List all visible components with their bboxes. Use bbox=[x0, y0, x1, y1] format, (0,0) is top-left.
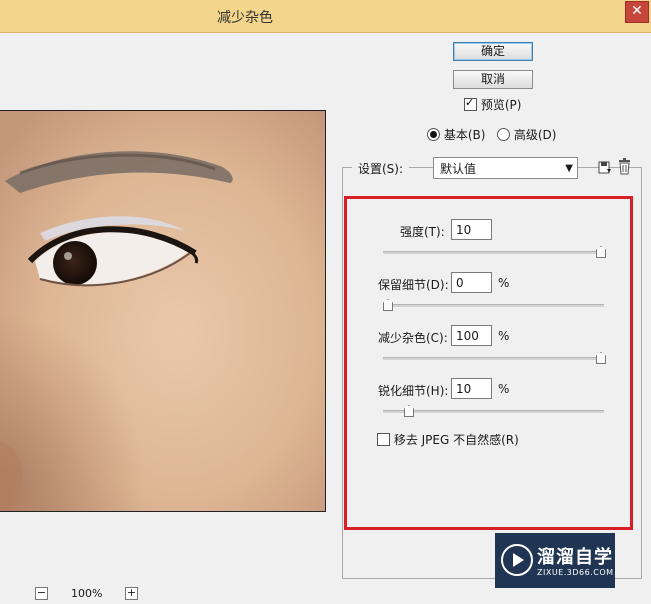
preview-label: 预览(P) bbox=[480, 98, 522, 112]
sharpen-label: 锐化细节(H): bbox=[378, 384, 449, 398]
settings-value: 默认值 bbox=[440, 162, 477, 176]
strength-input[interactable]: 10 bbox=[451, 219, 492, 240]
mode-basic[interactable]: 基本(B) bbox=[427, 126, 485, 143]
watermark-logo: 溜溜自学 ZIXUE.3D66.COM bbox=[495, 533, 615, 588]
close-button[interactable]: ✕ bbox=[625, 1, 649, 23]
sharpen-unit: % bbox=[498, 382, 510, 396]
cancel-button[interactable]: 取消 bbox=[453, 70, 533, 89]
mode-advanced[interactable]: 高级(D) bbox=[497, 126, 556, 143]
strength-label: 强度(T): bbox=[400, 225, 445, 239]
preserve-unit: % bbox=[498, 276, 510, 290]
strength-slider-track[interactable] bbox=[383, 251, 604, 254]
watermark-brand: 溜溜自学 bbox=[537, 547, 613, 568]
zoom-out-button[interactable]: − bbox=[35, 587, 48, 600]
zoom-in-button[interactable]: + bbox=[125, 587, 138, 600]
preview-toggle[interactable]: 预览(P) bbox=[464, 96, 521, 113]
window-title: 减少杂色 bbox=[217, 10, 273, 26]
preview-checkbox[interactable] bbox=[464, 96, 477, 111]
jpeg-checkbox[interactable] bbox=[377, 433, 390, 446]
preserve-input[interactable]: 0 bbox=[451, 272, 492, 293]
watermark-url: ZIXUE.3D66.COM bbox=[537, 568, 614, 577]
settings-select[interactable]: 默认值 ▼ bbox=[433, 157, 578, 179]
advanced-label: 高级(D) bbox=[513, 128, 557, 142]
face-preview-graphic bbox=[0, 111, 325, 511]
sharpen-input[interactable]: 10 bbox=[451, 378, 492, 399]
reduce-label: 减少杂色(C): bbox=[378, 331, 448, 345]
basic-radio[interactable] bbox=[427, 128, 440, 141]
advanced-radio[interactable] bbox=[497, 128, 510, 141]
ok-button[interactable]: 确定 bbox=[453, 42, 533, 61]
zoom-level: 100% bbox=[71, 587, 103, 600]
preserve-slider-track[interactable] bbox=[383, 304, 604, 307]
jpeg-artifact-toggle[interactable]: 移去 JPEG 不自然感(R) bbox=[377, 431, 519, 448]
basic-label: 基本(B) bbox=[443, 128, 486, 142]
preserve-label: 保留细节(D): bbox=[378, 278, 449, 292]
reduce-unit: % bbox=[498, 329, 510, 343]
save-settings-icon[interactable] bbox=[598, 159, 612, 178]
reduce-input[interactable]: 100 bbox=[451, 325, 492, 346]
title-bar: 减少杂色 ✕ bbox=[0, 0, 651, 33]
preview-image[interactable] bbox=[0, 110, 326, 512]
highlight-box bbox=[344, 196, 633, 530]
trash-icon[interactable] bbox=[618, 158, 631, 178]
chevron-down-icon: ▼ bbox=[565, 163, 573, 174]
reduce-slider-track[interactable] bbox=[383, 357, 604, 360]
jpeg-label: 移去 JPEG 不自然感(R) bbox=[393, 433, 519, 447]
play-logo-icon bbox=[501, 544, 533, 576]
settings-label: 设置(S): bbox=[352, 160, 410, 177]
sharpen-slider-track[interactable] bbox=[383, 410, 604, 413]
